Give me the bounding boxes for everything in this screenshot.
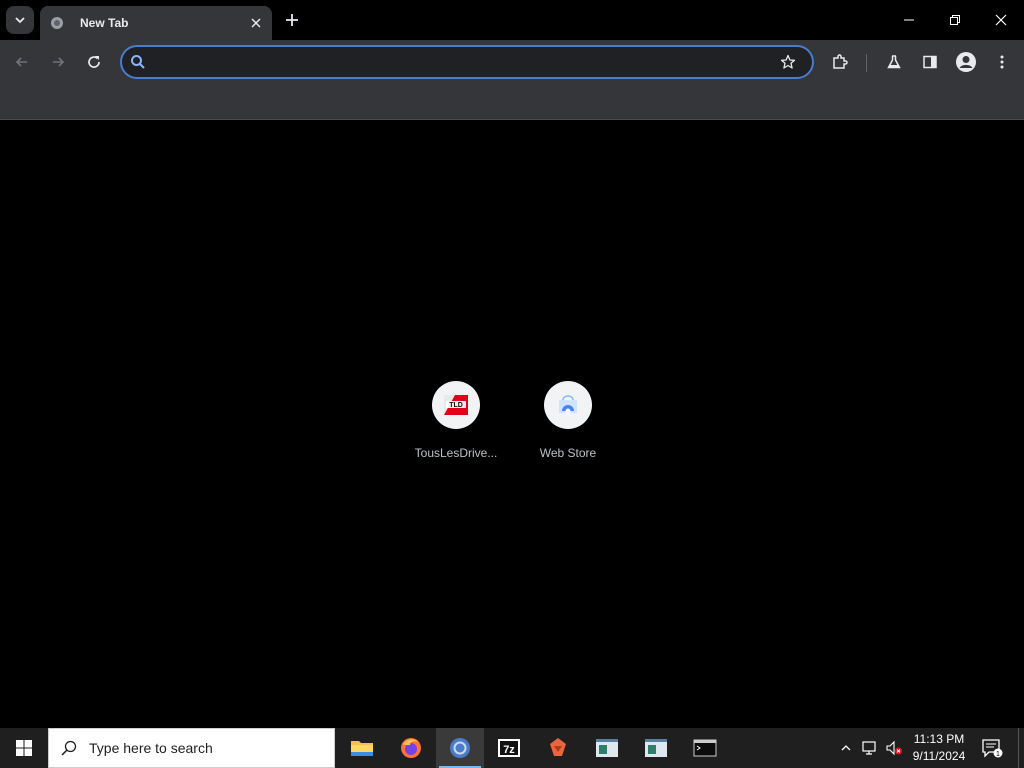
reload-button[interactable]	[80, 48, 108, 76]
chrome-icon	[450, 738, 470, 758]
close-tab-icon[interactable]	[246, 13, 266, 33]
forward-button[interactable]	[44, 48, 72, 76]
taskbar-app-7zip[interactable]: 7z	[485, 728, 533, 768]
notification-count: 1	[996, 751, 1000, 758]
address-bar[interactable]	[120, 45, 814, 79]
browser-toolbar	[0, 40, 1024, 86]
svg-text:7z: 7z	[503, 744, 515, 756]
shortcut-tile[interactable]: TLD TousLesDrive...	[400, 378, 512, 460]
labs-button[interactable]	[880, 48, 908, 76]
web-store-icon	[559, 395, 577, 414]
title-bar: New Tab	[0, 0, 1024, 40]
close-icon	[995, 14, 1007, 26]
minimize-button[interactable]	[886, 0, 932, 40]
volume-muted-icon[interactable]	[884, 738, 904, 758]
arrow-left-icon	[15, 57, 27, 67]
puzzle-icon	[833, 54, 848, 69]
minimize-icon	[904, 19, 914, 21]
show-hidden-icons-button[interactable]	[836, 738, 856, 758]
arrow-right-icon	[53, 57, 65, 67]
new-tab-button[interactable]	[280, 8, 304, 32]
side-panel-button[interactable]	[916, 48, 944, 76]
clock-time: 11:13 PM	[913, 732, 965, 746]
back-button[interactable]	[8, 48, 36, 76]
windows-logo-icon	[16, 740, 32, 756]
taskbar-app-firefox[interactable]	[387, 728, 435, 768]
reload-icon	[88, 56, 100, 68]
side-panel-icon	[923, 55, 937, 69]
chevron-up-icon	[841, 745, 851, 751]
taskbar-app-terminal[interactable]	[681, 728, 729, 768]
clock-date: 9/11/2024	[912, 749, 966, 763]
restore-icon	[950, 15, 960, 25]
plus-icon	[286, 14, 298, 26]
taskbar-app-chrome[interactable]	[436, 728, 484, 768]
bookmarks-bar	[0, 86, 1024, 120]
tab-title: New Tab	[80, 16, 129, 30]
extensions-button[interactable]	[826, 48, 854, 76]
tab-new-tab[interactable]: New Tab	[40, 6, 272, 40]
window-icon	[596, 739, 618, 757]
search-icon	[130, 54, 146, 70]
address-input[interactable]	[156, 49, 777, 75]
taskbar-app-window-2[interactable]	[632, 728, 680, 768]
restore-button[interactable]	[932, 0, 978, 40]
network-icon[interactable]	[860, 738, 880, 758]
start-button[interactable]	[0, 728, 48, 768]
notification-center-button[interactable]: 1	[978, 736, 1006, 760]
taskbar-clock[interactable]: 11:13 PM 9/11/2024	[906, 731, 972, 765]
avatar-icon	[956, 52, 976, 72]
app-icon	[550, 738, 566, 756]
shortcut-label: TousLesDrive...	[414, 446, 498, 460]
chevron-down-icon	[15, 17, 25, 24]
shortcut-label: Web Store	[539, 446, 597, 460]
new-tab-page: TLD TousLesDrive... Web Store	[0, 121, 1024, 728]
taskbar-app-window-1[interactable]	[583, 728, 631, 768]
shortcut-tile[interactable]: Web Store	[512, 378, 624, 460]
folder-icon	[351, 741, 373, 756]
shortcut-icon-circle	[544, 381, 592, 429]
terminal-icon	[693, 739, 717, 757]
shortcut-icon-circle: TLD	[432, 381, 480, 429]
screen: New Tab TLD TousLesDrive... Web Store Ty…	[0, 0, 1024, 768]
taskbar: Type here to search 7z 11:13 PM 9/11/202…	[0, 728, 1024, 768]
flask-icon	[887, 55, 901, 69]
more-vert-icon	[1000, 55, 1004, 69]
search-icon	[59, 738, 79, 758]
7zip-icon: 7z	[498, 739, 520, 757]
chrome-menu-button[interactable]	[988, 48, 1016, 76]
bookmark-star-icon[interactable]	[777, 51, 799, 73]
taskbar-app-generic[interactable]	[534, 728, 582, 768]
taskbar-search-placeholder: Type here to search	[89, 740, 213, 756]
close-window-button[interactable]	[978, 0, 1024, 40]
firefox-icon	[401, 738, 421, 758]
taskbar-search-box[interactable]: Type here to search	[48, 728, 335, 768]
notification-icon: 1	[982, 739, 1003, 758]
show-desktop-button[interactable]	[1018, 728, 1024, 768]
svg-text:TLD: TLD	[449, 402, 463, 409]
taskbar-app-file-explorer[interactable]	[338, 728, 386, 768]
tld-favicon-icon: TLD	[444, 395, 468, 415]
toolbar-separator	[866, 54, 867, 72]
window-icon	[645, 739, 667, 757]
tab-search-button[interactable]	[6, 6, 34, 34]
profile-button[interactable]	[952, 48, 980, 76]
globe-icon	[49, 15, 65, 31]
